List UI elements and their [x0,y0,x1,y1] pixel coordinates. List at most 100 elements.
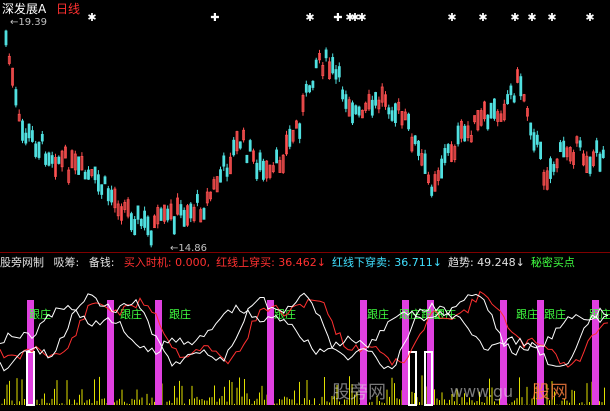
candle-body [288,128,292,147]
signal-star: ✱ [357,11,366,24]
candle-body [275,149,279,164]
candle-body [40,133,44,142]
candle-body [139,218,143,227]
candle-body [110,189,113,203]
candle-body [463,125,467,142]
candle-body [182,209,186,227]
kline-chart[interactable]: ✱ ✚ ✱ ✚ ✱✱✱ ✱ ✱ ✱ ✱ ✱ ✱跟庄 跟庄 跟庄 跟庄 跟庄 跟庄跟庄跟庄 跟庄 跟庄 跟庄 [0,0,610,411]
candle-body [24,132,28,144]
candle-body [341,89,345,100]
watermark-right: 股网 [532,382,568,403]
candle-body [97,174,100,192]
candle-body [44,153,47,165]
follow-label: 跟庄 [29,307,51,321]
candle-body [393,103,397,124]
candle-body [238,141,242,149]
indicator-line [0,292,609,372]
candle-body [47,152,51,166]
follow-bar [267,300,274,405]
candle-body [172,216,176,235]
candle-body [598,153,602,172]
candle-body [133,219,137,236]
candle-body [601,149,605,158]
candle-body [562,140,566,158]
candle-body [337,66,341,78]
candle-body [407,113,411,130]
candle-body [351,102,354,124]
candle-body [143,210,147,228]
candle-body [136,205,140,220]
candle-body [14,89,18,106]
signal-star: ✱ [447,11,456,24]
candle-body [413,135,417,145]
candle-body [195,194,199,203]
candle-body [489,102,493,119]
candle-body [37,141,41,158]
watermark-mid: www.gu [450,382,514,401]
candle-body [57,156,61,164]
candle-body [93,166,97,181]
candle-body [430,186,434,196]
candle-body [21,120,24,141]
follow-label: 跟庄 [544,307,566,321]
candle-body [519,76,523,97]
candle-body [532,132,536,151]
candle-body [189,203,193,219]
candle-body [492,98,496,119]
candle-body [298,123,302,139]
candle-body [311,80,315,88]
candle-body [423,153,427,174]
candle-body [374,92,378,106]
candle-body [146,216,150,236]
candle-body [387,107,391,115]
indicator-line [0,290,609,368]
candle-body [344,94,348,109]
candle-body [225,167,229,177]
candle-body [559,142,562,153]
candle-body [232,139,236,156]
candle-body [456,125,460,145]
follow-label: 跟庄 [169,307,191,321]
candle-body [417,140,420,156]
candle-body [129,213,133,231]
candle-body [304,83,308,93]
signal-star: ✱ [87,11,96,24]
candle-body [245,154,249,163]
candle-body [83,171,87,180]
candle-body [549,158,552,179]
candle-body [354,105,358,115]
signal-star: ✱ [527,11,536,24]
candle-body [512,95,516,103]
signal-star: ✱ [547,11,556,24]
candle-body [202,208,206,220]
signal-star: ✚ [210,11,219,24]
candle-body [486,114,490,130]
candle-body [314,59,318,69]
candle-body [100,184,104,195]
candle-body [159,208,163,221]
candle-body [219,169,222,183]
watermark-left: 股旁网 [332,382,386,403]
candle-body [77,156,80,175]
candle-body [255,162,259,180]
signal-star: ✱ [510,11,519,24]
candle-body [149,230,153,246]
candle-body [222,155,226,167]
candle-body [258,152,262,171]
candle-body [166,208,170,221]
candle-body [578,140,582,148]
candle-body [443,148,447,163]
candle-body [103,176,107,185]
candle-body [552,164,556,172]
candle-body [261,160,265,180]
candle-body [529,122,533,136]
candle-body [535,134,539,145]
candle-body [588,156,592,174]
candle-body [179,204,183,216]
candle-body [334,69,338,80]
signal-star: ✱ [478,11,487,24]
candle-body [370,99,374,116]
candle-body [34,143,38,157]
candle-body [390,110,394,121]
follow-label: 跟庄 [516,307,538,321]
